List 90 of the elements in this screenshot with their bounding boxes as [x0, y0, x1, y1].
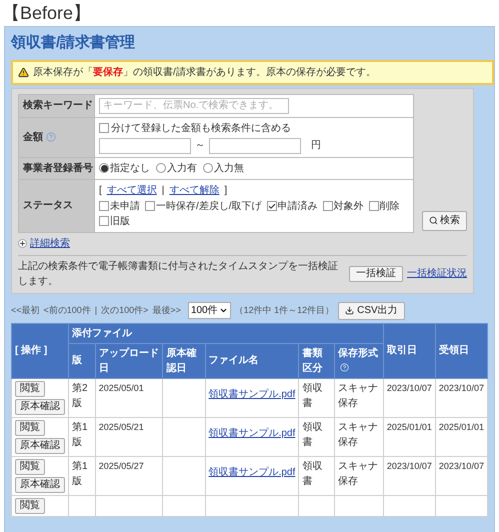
checkbox[interactable]: [99, 123, 109, 133]
plus-icon[interactable]: [18, 238, 27, 248]
field-label: 事業者登録番号: [23, 162, 93, 176]
checkbox[interactable]: [99, 216, 109, 226]
page-title: 領収書/請求書管理: [11, 33, 136, 53]
radio-button[interactable]: [99, 163, 109, 173]
column-header: 書類区分: [298, 343, 335, 378]
bracket: ]: [224, 184, 228, 198]
table-cell: 2025/01/01: [438, 422, 484, 432]
search-icon: [429, 216, 438, 225]
pager-link[interactable]: 最後>>: [152, 304, 181, 318]
row-action-button[interactable]: 閲覧: [15, 498, 45, 514]
page-size-select[interactable]: 100件: [188, 302, 231, 319]
divider-mark: |: [162, 184, 164, 198]
radio-label: 入力有: [167, 162, 197, 176]
checkbox[interactable]: [145, 201, 155, 211]
table-cell: スキャナ保存: [338, 422, 378, 448]
table-cell: 2023/10/07: [438, 382, 484, 392]
table-cell: 2023/10/07: [386, 460, 432, 470]
column-header: [ 操作 ]: [12, 323, 68, 378]
radio-button[interactable]: [203, 163, 213, 173]
amount-max-field[interactable]: [209, 138, 301, 154]
pager-link[interactable]: 次の100件>: [101, 304, 148, 318]
bulk-status-link[interactable]: 一括検証状況: [407, 266, 467, 281]
advanced-search-link[interactable]: 詳細検索: [30, 236, 70, 250]
checkbox-label: 対象外: [334, 200, 364, 214]
radio-button[interactable]: [156, 163, 166, 173]
radio-label: 入力無: [214, 162, 244, 176]
pager-link[interactable]: <前の100件: [44, 304, 91, 318]
column-header: アップロード日: [95, 343, 163, 378]
checkbox-label: 分けて登録した金額も検索条件に含める: [111, 122, 291, 136]
table-cell: 2025/05/21: [98, 422, 144, 432]
checkbox[interactable]: [266, 201, 277, 211]
table-cell: 領収書: [302, 422, 322, 448]
column-header: 取引日: [383, 323, 436, 378]
table-cell: 2025/01/01: [386, 422, 432, 432]
page-heading: 【Before】: [1, 2, 92, 25]
checkbox-label: 申請済み: [278, 200, 318, 214]
row-action-button[interactable]: 閲覧: [15, 380, 45, 396]
checkbox-label: 未申請: [110, 200, 140, 214]
pager-link[interactable]: <<最初: [11, 304, 40, 318]
checkbox-label: 旧版: [110, 214, 130, 228]
checkbox-label: 削除: [380, 200, 400, 214]
range-separator: ～: [195, 139, 205, 153]
table-cell: 領収書: [302, 382, 322, 408]
table-cell: 2025/05/01: [98, 382, 144, 392]
help-icon[interactable]: [46, 132, 56, 142]
table-cell: 領収書: [302, 460, 322, 486]
result-range: （12件中 1件～12件目）: [234, 304, 334, 317]
bracket: [: [99, 184, 102, 198]
row-action-button[interactable]: 原本確認: [15, 398, 65, 414]
row-action-button[interactable]: 閲覧: [15, 458, 45, 474]
row-action-button[interactable]: 原本確認: [15, 476, 65, 492]
checkbox[interactable]: [99, 201, 109, 211]
table-cell: 2023/10/07: [438, 460, 484, 470]
clear-all-link[interactable]: すべて解除: [169, 182, 220, 198]
warning-icon: [18, 66, 29, 78]
table-cell: スキャナ保存: [338, 382, 378, 408]
dropdown-icon: [218, 306, 228, 315]
field-label: ステータス: [23, 199, 73, 213]
row-action-button[interactable]: 原本確認: [15, 438, 65, 454]
checkbox[interactable]: [322, 201, 333, 211]
bulk-verify-button[interactable]: 一括検証: [349, 266, 403, 282]
checkbox-label: 一時保存/差戻し/取下げ: [156, 200, 262, 214]
table-cell: 第1版: [72, 422, 88, 448]
field-label: 検索キーワード: [23, 98, 93, 113]
column-group-header: 添付ファイル: [68, 323, 384, 343]
table-cell: スキャナ保存: [338, 460, 378, 486]
column-header: 版: [68, 343, 96, 378]
currency-unit: 円: [311, 139, 321, 153]
column-header: 受領日: [435, 323, 488, 378]
divider-mark: |: [94, 304, 98, 317]
download-icon: [345, 306, 354, 315]
csv-export-button[interactable]: CSV出力: [338, 302, 405, 320]
column-header: 原本確認日: [162, 343, 206, 378]
checkbox[interactable]: [368, 201, 379, 211]
select-all-link[interactable]: すべて選択: [106, 182, 157, 198]
table-cell: 2025/05/27: [98, 460, 144, 470]
field-label: 金額: [23, 130, 43, 144]
row-action-button[interactable]: 閲覧: [15, 420, 45, 436]
keyword-field[interactable]: キーワード、伝票No.で検索できます。: [99, 98, 289, 114]
table-cell: 第2版: [72, 382, 88, 408]
alert-text: 原本保存が「要保存」の領収書/請求書があります。原本の保存が必要です。: [33, 66, 376, 80]
column-header: ファイル名: [205, 343, 299, 378]
table-cell: 第1版: [72, 460, 88, 486]
amount-min-field[interactable]: [99, 138, 191, 154]
bulk-verify-text: 上記の検索条件で電子帳簿書類に付与されたタイムスタンプを一括検証します。: [18, 260, 339, 288]
table-cell: 2023/10/07: [386, 382, 432, 392]
search-button[interactable]: 検索: [422, 210, 467, 230]
radio-label: 指定なし: [110, 162, 150, 176]
